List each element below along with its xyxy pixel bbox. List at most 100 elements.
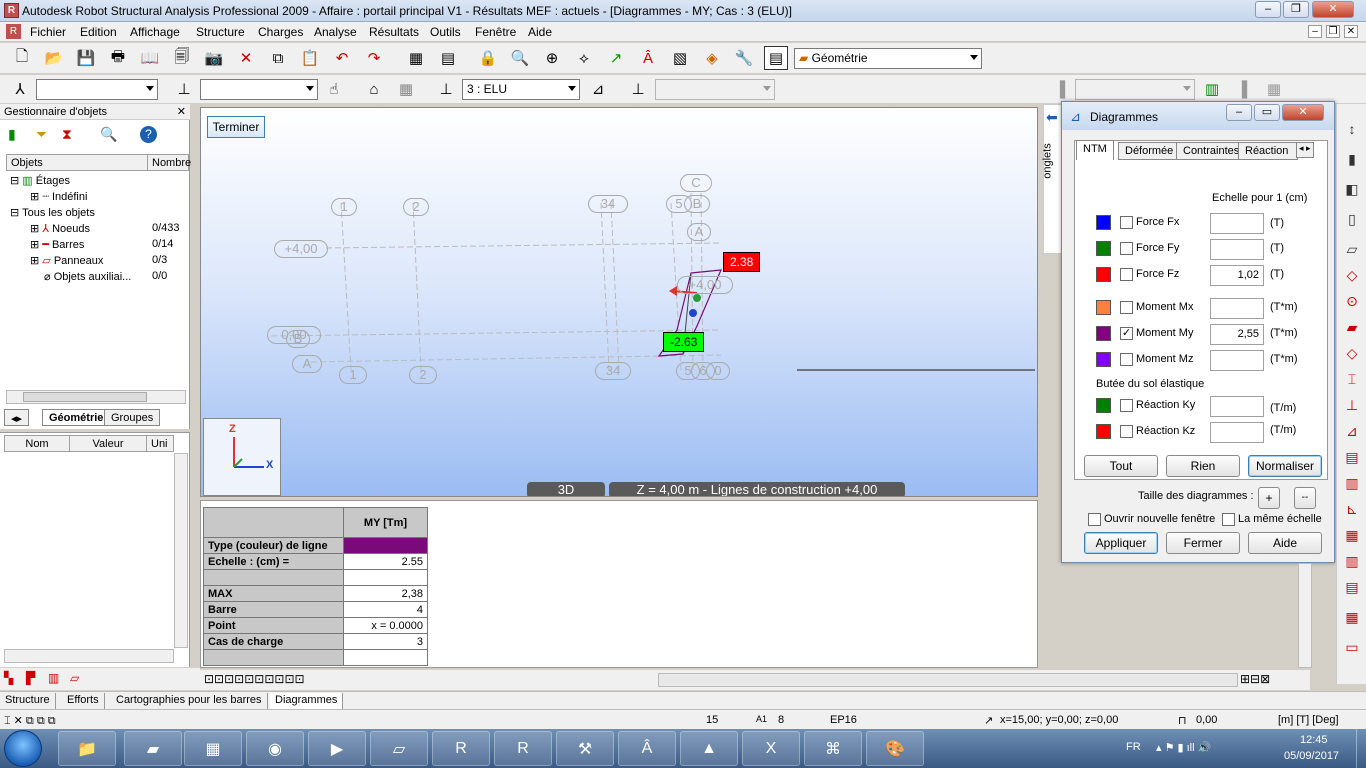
result-value[interactable]: 2.55 [343,553,428,570]
none-button[interactable]: Rien [1166,455,1240,477]
tab-geometrie[interactable]: Géométrie [42,409,111,426]
doc-minimize-button[interactable]: – [1308,25,1322,38]
view-caption[interactable]: Z = 4,00 m - Lignes de construction +4,0… [609,482,905,496]
autocad-icon[interactable]: Â [618,731,676,766]
collapse-icon[interactable]: ⊟ [10,175,19,187]
paint-icon[interactable]: 🎨 [866,731,924,766]
load-icon[interactable]: ▭ [1341,636,1363,658]
tab-scroll-left[interactable]: ◂▸ [4,409,30,426]
load-icon[interactable]: ⊿ [1341,420,1363,442]
column-value[interactable]: Valeur [69,435,147,452]
maximize-button[interactable]: ❐ [1283,1,1309,18]
release-icon[interactable]: ⊙ [1341,290,1363,312]
load-icon[interactable]: ⊾ [1341,498,1363,520]
menu-analyse[interactable]: Analyse [314,25,357,39]
layer-icon[interactable]: ▐ [1230,77,1254,101]
copy-icon[interactable]: ⧉ [266,46,290,70]
tree-item-all-objects[interactable]: ⊟ Tous les objets [10,206,95,219]
color-swatch-fy[interactable] [1096,241,1111,256]
checkbox-fx[interactable] [1120,216,1133,229]
menu-structure[interactable]: Structure [196,25,245,39]
color-swatch-mz[interactable] [1096,352,1111,367]
layout-icon[interactable]: ▤ [764,46,788,70]
show-desktop-button[interactable] [1356,729,1366,768]
tab-diagrammes[interactable]: Diagrammes [270,693,344,709]
view-3d-button[interactable]: 3D [527,482,605,496]
redo-icon[interactable]: ↷ [362,46,386,70]
app-icon[interactable]: ▰ [124,731,182,766]
node-select-icon[interactable]: ⅄ [8,77,32,101]
expand-icon[interactable]: ⊞ [30,191,39,203]
app-icon[interactable]: R [4,3,19,18]
building-icon[interactable]: ▥ [1200,77,1224,101]
paste-icon[interactable]: 📋 [298,46,322,70]
support-icon[interactable]: ◇ [1341,264,1363,286]
layout-select[interactable]: ▰ Géométrie [794,48,982,69]
input-fx[interactable] [1210,213,1264,234]
tree-item-bars[interactable]: ⊞ ━ Barres [30,238,84,251]
tray-icons[interactable]: ▴ ⚑ ▮ ıll 🔊 [1156,741,1211,754]
line-color-swatch[interactable] [343,537,428,554]
input-fy[interactable] [1210,239,1264,260]
profile-icon[interactable]: ⌶ [1341,368,1363,390]
tool-icon[interactable]: ⚒ [556,731,614,766]
tab-scroll-arrows[interactable]: ◂ ▸ [1296,142,1314,158]
calculator-icon[interactable]: ▦ [184,731,242,766]
checkbox-fz[interactable] [1120,268,1133,281]
bar-tool-icon[interactable]: ▯ [1341,208,1363,230]
expand-icon[interactable]: ⊞ [30,223,39,235]
menu-edition[interactable]: Edition [80,25,117,39]
column-unit[interactable]: Uni [146,435,174,452]
doc-icon[interactable]: R [6,24,21,39]
load-icon[interactable]: ▦ [1341,524,1363,546]
min-value-label[interactable]: -2.63 [663,332,705,352]
minimize-button[interactable]: – [1255,1,1281,18]
dialog-maximize-button[interactable]: ▭ [1254,104,1280,121]
print-icon[interactable]: 🖶 [106,46,130,70]
grid-icon[interactable]: ▦ [394,77,418,101]
max-value-label[interactable]: 2.38 [723,252,761,272]
funnel-icon[interactable]: ⏷ [36,126,47,143]
status-units[interactable]: [m] [T] [Deg] [1278,714,1339,726]
apply-button[interactable]: Appliquer [1084,532,1158,554]
tab-groupes[interactable]: Groupes [104,409,161,426]
combination-icon[interactable]: ⊿ [586,77,610,101]
panel-tool-icon[interactable]: ▥ [48,671,59,685]
pdf-icon[interactable]: ⌘ [804,731,862,766]
menu-fichier[interactable]: Fichier [30,25,66,39]
load-icon[interactable]: ▥ [1341,472,1363,494]
menu-affichage[interactable]: Affichage [130,25,180,39]
scrollbar-thumb[interactable] [23,392,147,402]
menu-fenetre[interactable]: Fenêtre [475,25,516,39]
new-file-icon[interactable]: 🗋 [10,46,34,70]
menu-aide[interactable]: Aide [528,25,552,39]
table-icon[interactable]: ▤ [436,46,460,70]
column-objects[interactable]: Objets [6,154,148,171]
hourglass-icon[interactable]: ⧗ [62,126,72,143]
graphic-viewport[interactable]: Terminer 1 2 34 5 B C A +4,00 +4,00 0,00… [200,107,1038,497]
color-swatch-ky[interactable] [1096,398,1111,413]
structure-drawing[interactable] [201,108,1038,497]
input-my[interactable]: 2,55 [1210,324,1264,345]
color-swatch-fz[interactable] [1096,267,1111,282]
input-mz[interactable] [1210,350,1264,371]
help-button[interactable]: Aide [1248,532,1322,554]
color-swatch-kz[interactable] [1096,424,1111,439]
undo-icon[interactable]: ↶ [330,46,354,70]
collapse-icon[interactable]: ⊟ [10,207,19,219]
color-swatch-fx[interactable] [1096,215,1111,230]
normalize-button[interactable]: Normaliser [1248,455,1322,477]
doc-restore-button[interactable]: ❐ [1326,25,1340,38]
help-icon[interactable]: ? [140,126,157,143]
tools-icon[interactable]: 🔧 [732,46,756,70]
material-icon[interactable]: ◈ [700,46,724,70]
robot-icon[interactable]: R [432,731,490,766]
arrow-left-icon[interactable]: ⬅ [1046,109,1058,126]
lock-icon[interactable]: 🔒 [476,46,500,70]
expand-icon[interactable]: ⊞ [30,239,39,251]
tab-contraintes[interactable]: Contraintes [1176,142,1247,160]
close-dialog-button[interactable]: Fermer [1166,532,1240,554]
robot-icon[interactable]: R [494,731,552,766]
start-button[interactable] [4,730,42,767]
tree-item-nodes[interactable]: ⊞ ⅄ Noeuds [30,222,90,235]
